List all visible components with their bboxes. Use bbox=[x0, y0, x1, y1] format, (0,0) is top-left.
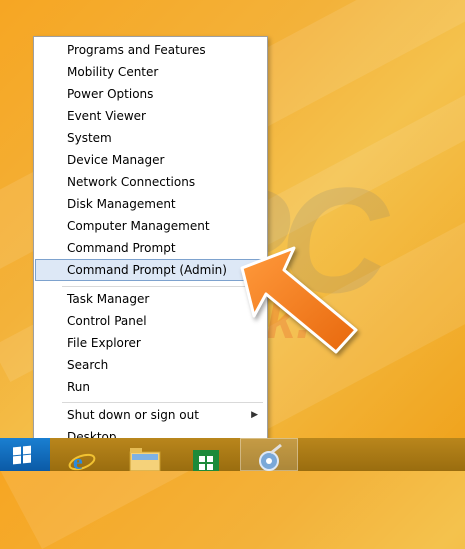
svg-text:e: e bbox=[73, 449, 83, 471]
menu-item-disk-management[interactable]: Disk Management bbox=[35, 193, 266, 215]
menu-separator bbox=[62, 402, 263, 403]
menu-item-system[interactable]: System bbox=[35, 127, 266, 149]
menu-item-shut-down-row[interactable]: Shut down or sign out ▶ bbox=[35, 404, 266, 426]
submenu-arrow-icon: ▶ bbox=[251, 410, 258, 420]
start-button[interactable] bbox=[0, 438, 50, 471]
settings-taskbar-button[interactable] bbox=[240, 438, 298, 471]
menu-item-device-manager[interactable]: Device Manager bbox=[35, 149, 266, 171]
menu-item-network-connections[interactable]: Network Connections bbox=[35, 171, 266, 193]
store-icon bbox=[193, 450, 219, 471]
menu-item-programs-and-features[interactable]: Programs and Features bbox=[35, 39, 266, 61]
file-explorer-icon bbox=[129, 448, 161, 472]
file-explorer-taskbar-button[interactable] bbox=[118, 438, 176, 472]
internet-explorer-taskbar-button[interactable]: e bbox=[57, 438, 115, 474]
menu-item-event-viewer[interactable]: Event Viewer bbox=[35, 105, 266, 127]
menu-item-power-options[interactable]: Power Options bbox=[35, 83, 266, 105]
pointer-arrow-icon bbox=[240, 246, 358, 354]
settings-icon bbox=[259, 443, 282, 471]
store-taskbar-button[interactable] bbox=[179, 438, 237, 471]
windows-logo-icon bbox=[13, 445, 31, 465]
internet-explorer-icon: e bbox=[68, 449, 96, 474]
menu-item-computer-management[interactable]: Computer Management bbox=[35, 215, 266, 237]
taskbar: e bbox=[0, 438, 465, 474]
menu-item-run[interactable]: Run bbox=[35, 376, 266, 398]
menu-item-shut-down-or-sign-out: Shut down or sign out bbox=[67, 408, 199, 422]
menu-item-mobility-center[interactable]: Mobility Center bbox=[35, 61, 266, 83]
